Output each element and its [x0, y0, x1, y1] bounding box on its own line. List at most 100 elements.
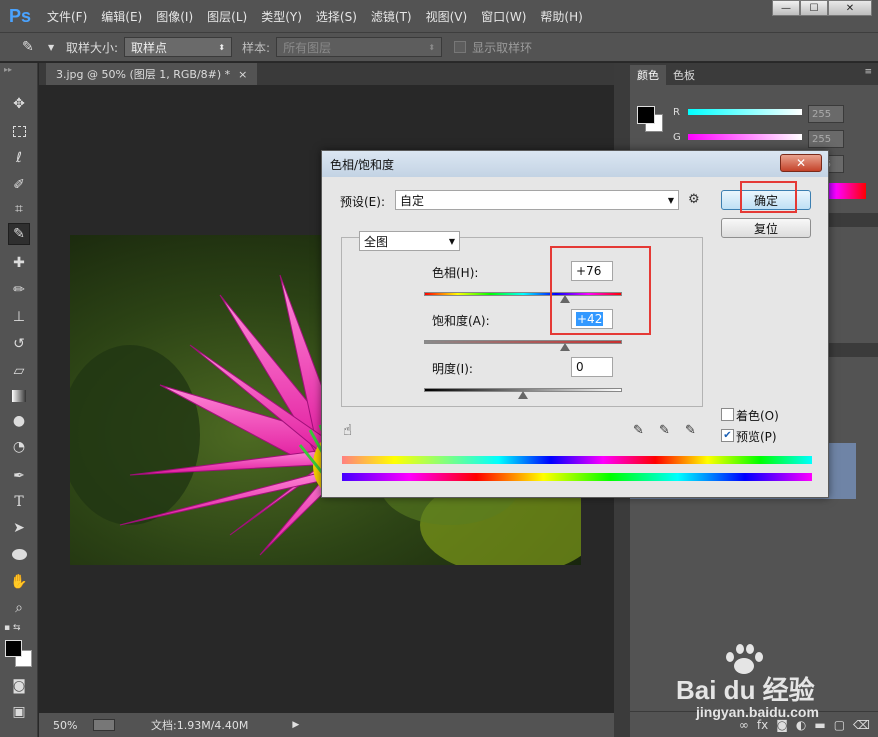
- preset-label: 预设(E):: [340, 195, 385, 209]
- saturation-slider-thumb[interactable]: [559, 343, 570, 351]
- fg-color-chip[interactable]: [637, 106, 655, 124]
- sample-value: 所有图层: [283, 40, 332, 55]
- channel-select[interactable]: 全图 ▼: [359, 231, 460, 251]
- saturation-label: 饱和度(A):: [432, 314, 490, 328]
- sample-size-select[interactable]: 取样点 ⬍: [124, 37, 233, 57]
- colorize-checkbox[interactable]: [721, 408, 734, 421]
- eyedropper-icon[interactable]: ✎: [633, 423, 644, 438]
- tab-color[interactable]: 颜色: [630, 65, 666, 85]
- foreground-color-swatch[interactable]: [5, 640, 22, 657]
- hand-tool-icon[interactable]: ✋: [8, 571, 30, 593]
- on-image-adjust-hand-icon[interactable]: ☝: [343, 421, 352, 439]
- brush-tool-icon[interactable]: ✏: [8, 279, 30, 301]
- menu-filter[interactable]: 滤镜(T): [364, 0, 419, 32]
- menu-help[interactable]: 帮助(H): [533, 0, 589, 32]
- delete-layer-icon[interactable]: ⌫: [853, 718, 870, 732]
- quick-selection-tool-icon[interactable]: ✐: [8, 174, 30, 196]
- sample-size-label: 取样大小:: [66, 40, 119, 55]
- source-color-bar: [342, 456, 812, 464]
- panel-collapse-icon[interactable]: ▸▸: [4, 65, 12, 74]
- sample-select[interactable]: 所有图层 ⬍: [276, 37, 443, 57]
- blur-tool-icon[interactable]: ●: [8, 410, 30, 432]
- tab-close-icon[interactable]: ×: [238, 68, 247, 81]
- select-arrows-icon: ⬍: [428, 42, 436, 52]
- gradient-tool-icon[interactable]: [8, 385, 30, 407]
- values-highlight: [550, 246, 651, 335]
- photoshop-window: Ps 文件(F) 编辑(E) 图像(I) 图层(L) 类型(Y) 选择(S) 滤…: [0, 0, 878, 737]
- color-panel-tabs: 颜色 色板 ≡: [630, 63, 878, 85]
- menu-layer[interactable]: 图层(L): [200, 0, 254, 32]
- hue-label: 色相(H):: [432, 266, 479, 280]
- preset-select[interactable]: 自定 ▼: [395, 190, 679, 210]
- dialog-title-bar[interactable]: 色相/饱和度 ✕: [322, 151, 828, 177]
- history-brush-tool-icon[interactable]: ↺: [8, 333, 30, 355]
- result-color-bar: [342, 473, 812, 481]
- screen-mode-icon[interactable]: ▣: [8, 701, 30, 723]
- close-window-button[interactable]: ✕: [828, 0, 872, 16]
- eraser-tool-icon[interactable]: ▱: [8, 360, 30, 382]
- dialog-close-button[interactable]: ✕: [780, 154, 822, 172]
- zoom-level[interactable]: 50%: [53, 719, 89, 732]
- eyedropper-plus-icon[interactable]: ✎: [659, 423, 670, 438]
- menu-type[interactable]: 类型(Y): [254, 0, 309, 32]
- select-arrows-icon: ⬍: [218, 42, 226, 52]
- document-tab-bar: 3.jpg @ 50% (图层 1, RGB/8#) * ×: [39, 63, 614, 85]
- pen-tool-icon[interactable]: ✒: [8, 465, 30, 487]
- menu-view[interactable]: 视图(V): [419, 0, 475, 32]
- menu-edit[interactable]: 编辑(E): [94, 0, 149, 32]
- channel-g-value[interactable]: 255: [808, 130, 844, 148]
- quick-mask-icon[interactable]: ◙: [8, 675, 30, 697]
- clone-stamp-tool-icon[interactable]: ⊥: [8, 306, 30, 328]
- chevron-down-icon: ▼: [667, 195, 674, 205]
- healing-brush-tool-icon[interactable]: ✚: [8, 252, 30, 274]
- preview-checkbox[interactable]: ✔: [721, 429, 734, 442]
- channel-g-slider[interactable]: [688, 134, 802, 140]
- sample-size-value: 取样点: [131, 40, 168, 55]
- tool-preset-chevron-icon[interactable]: ▼: [48, 43, 66, 52]
- dodge-tool-icon[interactable]: ◔: [8, 436, 30, 458]
- menu-bar: Ps 文件(F) 编辑(E) 图像(I) 图层(L) 类型(Y) 选择(S) 滤…: [0, 0, 878, 32]
- channel-r-slider[interactable]: [688, 109, 802, 115]
- status-menu-arrow-icon[interactable]: ▶: [292, 720, 299, 730]
- colorize-label: 着色(O): [736, 409, 779, 423]
- ok-button-highlight: [740, 181, 797, 213]
- dialog-title: 色相/饱和度: [330, 157, 395, 172]
- menu-window[interactable]: 窗口(W): [474, 0, 533, 32]
- lightness-slider-thumb[interactable]: [518, 391, 528, 399]
- minimize-button[interactable]: —: [772, 0, 800, 16]
- document-tab[interactable]: 3.jpg @ 50% (图层 1, RGB/8#) * ×: [46, 63, 258, 85]
- document-info: 文档:1.93M/4.40M: [151, 719, 249, 732]
- tab-swatches[interactable]: 色板: [666, 65, 702, 85]
- move-tool-icon[interactable]: ✥: [8, 93, 30, 115]
- status-preview-icon: [93, 719, 115, 731]
- lasso-tool-icon[interactable]: ℓ: [8, 147, 30, 169]
- crop-tool-icon[interactable]: ⌗: [8, 198, 30, 220]
- channel-value: 全图: [364, 234, 389, 249]
- path-selection-tool-icon[interactable]: ➤: [8, 517, 30, 539]
- menu-image[interactable]: 图像(I): [149, 0, 200, 32]
- channel-r-value[interactable]: 255: [808, 105, 844, 123]
- panel-menu-icon[interactable]: ≡: [864, 67, 872, 77]
- eyedropper-icon[interactable]: ✎: [22, 39, 48, 55]
- channel-g-label: G: [673, 132, 681, 143]
- zoom-tool-icon[interactable]: ⌕: [8, 597, 30, 619]
- reset-button[interactable]: 复位: [721, 218, 811, 238]
- preset-options-gear-icon[interactable]: ⚙: [688, 192, 700, 207]
- channel-r-label: R: [673, 107, 680, 118]
- menu-select[interactable]: 选择(S): [309, 0, 364, 32]
- eyedropper-minus-icon[interactable]: ✎: [685, 423, 696, 438]
- saturation-slider-track[interactable]: [424, 340, 622, 344]
- show-ring-label: 显示取样环: [472, 40, 533, 55]
- ellipse-tool-icon[interactable]: [8, 543, 30, 565]
- marquee-tool-icon[interactable]: [8, 120, 30, 142]
- maximize-button[interactable]: ☐: [800, 0, 828, 16]
- menu-file[interactable]: 文件(F): [40, 0, 94, 32]
- lightness-input[interactable]: 0: [571, 357, 613, 377]
- watermark-url: jingyan.baidu.com: [696, 704, 819, 720]
- show-ring-checkbox[interactable]: [454, 41, 467, 53]
- eyedropper-tool-icon[interactable]: ✎: [8, 223, 30, 245]
- sample-label: 样本:: [242, 40, 271, 55]
- watermark-brand: Bai du 经验: [676, 675, 815, 705]
- swap-colors-icon[interactable]: ▪ ⇆: [4, 623, 21, 633]
- type-tool-icon[interactable]: T: [8, 491, 30, 513]
